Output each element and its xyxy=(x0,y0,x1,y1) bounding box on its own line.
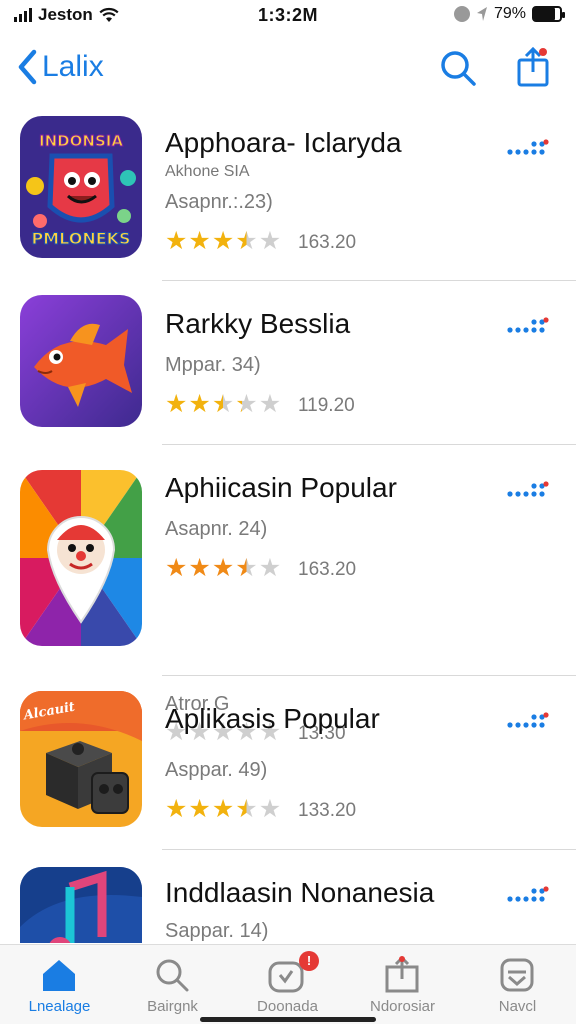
star-rating: ★ ★ ★ ★ ★ xyxy=(165,392,281,417)
more-dots-icon[interactable] xyxy=(506,711,550,731)
star-icon: ★ xyxy=(188,795,211,823)
more-dots-icon[interactable] xyxy=(506,885,550,905)
icon-text-top: INDONSIA xyxy=(39,132,123,150)
rating-count: 163.20 xyxy=(298,232,357,253)
tab-label: Lnealage xyxy=(28,998,91,1015)
star-icon: ★ xyxy=(235,554,258,582)
home-indicator xyxy=(200,1017,376,1022)
status-right: 79% xyxy=(453,5,565,23)
star-icon: ★ xyxy=(235,390,258,418)
music-icon xyxy=(20,867,142,943)
star-icon: ★ xyxy=(258,390,282,418)
status-bar: Jeston 1:3:2M 79% xyxy=(0,0,576,32)
battery-icon xyxy=(532,6,565,22)
more-dots-icon[interactable] xyxy=(506,316,550,336)
star-rating: ★ ★ ★ ★ ★ xyxy=(165,556,281,581)
profile-icon xyxy=(500,958,534,992)
back-label: Lalix xyxy=(42,50,104,83)
battery-percent: 79% xyxy=(493,5,526,22)
list-item[interactable]: Aphiicasin Popular Asapnr. 24) ★ ★ ★ ★ ★ 163… xyxy=(0,445,576,745)
star-icon: ★ xyxy=(188,227,211,255)
star-icon: ★ xyxy=(211,390,235,418)
game-icon: INDONSIA PMLONEKS xyxy=(20,116,142,258)
app-name: Rarkky Besslia xyxy=(165,308,351,339)
app-name: Apphoara- Iclaryda xyxy=(165,127,402,158)
icon-text-bottom: PMLONEKS xyxy=(31,229,130,248)
list-item[interactable]: Inddlaasin Nonanesia Sappar. 14) xyxy=(0,850,576,943)
star-icon: ★ xyxy=(258,795,282,823)
home-icon xyxy=(43,960,75,991)
clown-pin-icon xyxy=(20,470,142,646)
star-icon: ★ xyxy=(211,554,235,582)
star-rating: ★ ★ ★ ★ ★ xyxy=(165,797,281,822)
search-icon xyxy=(156,959,189,992)
chevron-left-icon xyxy=(18,49,37,85)
star-icon: ★ xyxy=(235,227,258,255)
star-rating: ★ ★ ★ ★ ★ xyxy=(165,229,281,254)
list-item[interactable]: Alcauit Aplikasis Popular Asppar. 49) ★ ★… xyxy=(0,676,576,850)
app-developer: Akhone SIA xyxy=(165,163,250,180)
star-icon: ★ xyxy=(188,390,211,418)
app-name: Inddlaasin Nonanesia xyxy=(165,877,435,908)
box-game-icon: Alcauit xyxy=(20,691,142,827)
app-name: Aphiicasin Popular xyxy=(165,472,397,503)
more-dots-icon[interactable] xyxy=(506,480,550,500)
rating-count: 119.20 xyxy=(298,395,355,416)
rating-count: 133.20 xyxy=(298,800,357,821)
updates-icon xyxy=(385,955,419,993)
more-dots-icon[interactable] xyxy=(506,138,550,158)
list-item[interactable]: Rarkky Besslia Mppar. 34) ★ ★ ★ ★ ★ 119.20 xyxy=(0,281,576,445)
share-icon[interactable] xyxy=(512,46,554,88)
alarm-icon xyxy=(453,6,470,22)
tab-label: Bairgnk xyxy=(147,998,198,1015)
app-name: Aplikasis Popular xyxy=(165,703,380,734)
rating-count: 163.20 xyxy=(298,559,357,580)
fish-icon xyxy=(20,295,142,427)
star-icon: ★ xyxy=(165,390,188,418)
star-icon: ★ xyxy=(211,795,235,823)
tab-bar: Lnealage Bairgnk ! Doonada Ndorosiar Nav… xyxy=(0,944,576,1024)
tab-label: Ndorosiar xyxy=(369,998,436,1015)
nav-bar: Lalix xyxy=(0,36,576,100)
star-icon: ★ xyxy=(211,227,235,255)
search-icon[interactable] xyxy=(438,48,478,88)
app-meta: Asppar. 49) xyxy=(165,759,268,781)
app-meta: Asapnr. 24) xyxy=(165,518,268,540)
tab-apps[interactable]: ! Doonada xyxy=(230,945,345,1024)
tab-label: Doonada xyxy=(257,998,318,1015)
star-icon: ★ xyxy=(235,795,258,823)
tab-updates[interactable]: Ndorosiar xyxy=(345,945,460,1024)
tab-profile[interactable]: Navcl xyxy=(460,945,575,1024)
app-list: INDONSIA PMLONEKS Apphoara- Iclaryda Akh… xyxy=(0,100,576,943)
app-meta: Mppar. 34) xyxy=(165,354,261,376)
back-button[interactable]: Lalix xyxy=(16,48,104,86)
star-icon: ★ xyxy=(258,227,282,255)
tab-home[interactable]: Lnealage xyxy=(2,945,117,1024)
star-icon: ★ xyxy=(258,554,282,582)
tab-label: Navcl xyxy=(498,998,537,1015)
location-icon xyxy=(476,7,487,21)
list-item[interactable]: INDONSIA PMLONEKS Apphoara- Iclaryda Akh… xyxy=(0,100,576,281)
tab-badge: ! xyxy=(299,951,319,971)
tab-search[interactable]: Bairgnk xyxy=(115,945,230,1024)
star-icon: ★ xyxy=(188,554,211,582)
app-meta: Asapnr.:.23) xyxy=(165,191,273,213)
star-icon: ★ xyxy=(165,795,188,823)
star-icon: ★ xyxy=(165,554,188,582)
star-icon: ★ xyxy=(165,227,188,255)
app-meta: Sappar. 14) xyxy=(165,920,269,942)
